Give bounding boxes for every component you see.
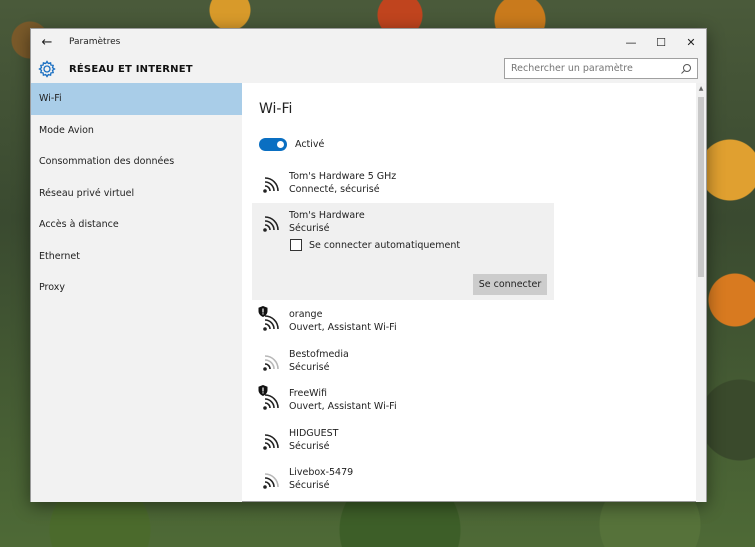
network-item[interactable]: Bestofmedia Sécurisé	[259, 348, 553, 378]
network-name: Bestofmedia	[289, 349, 349, 360]
search-box[interactable]	[504, 58, 698, 79]
back-button[interactable]: ←	[31, 29, 63, 55]
window-title: Paramètres	[69, 37, 121, 47]
network-text: FreeWifi Ouvert, Assistant Wi-Fi	[289, 387, 397, 417]
auto-connect-row: Se connecter automatiquement	[290, 239, 460, 251]
sidebar-item-wifi[interactable]: Wi-Fi	[31, 83, 242, 115]
network-text: orange Ouvert, Assistant Wi-Fi	[289, 308, 397, 338]
settings-window: ← Paramètres — ☐ ✕ RÉSEAU ET INTERNET Wi…	[30, 28, 707, 502]
network-text: HIDGUEST Sécurisé	[289, 427, 338, 457]
auto-connect-checkbox[interactable]	[290, 239, 302, 251]
network-name: Livebox-5479	[289, 467, 354, 478]
title-bar: ← Paramètres — ☐ ✕	[31, 29, 706, 55]
connect-button[interactable]: Se connecter	[473, 274, 547, 295]
minimize-button[interactable]: —	[616, 29, 646, 55]
scrollbar[interactable]: ▲	[696, 83, 706, 502]
wifi-signal-icon	[258, 385, 285, 417]
sidebar-item-vpn[interactable]: Réseau privé virtuel	[31, 178, 242, 210]
gear-icon	[38, 60, 56, 78]
main-content: Wi-Fi Activé Se connecter automatiquemen…	[242, 83, 706, 502]
network-status: Sécurisé	[289, 223, 330, 234]
wifi-signal-icon	[259, 209, 285, 239]
network-status: Ouvert, Assistant Wi-Fi	[289, 322, 397, 333]
shield-warning-icon	[258, 306, 268, 317]
sidebar-item-airplane-mode[interactable]: Mode Avion	[31, 115, 242, 147]
network-item[interactable]: Tom's Hardware Sécurisé	[259, 209, 553, 239]
wifi-signal-icon	[259, 466, 285, 496]
network-text: Livebox-5479 Sécurisé	[289, 466, 353, 496]
network-status: Ouvert, Assistant Wi-Fi	[289, 401, 397, 412]
wifi-toggle-row: Activé	[259, 138, 324, 151]
network-item[interactable]: HIDGUEST Sécurisé	[259, 427, 553, 457]
network-name: HIDGUEST	[289, 428, 339, 439]
network-item[interactable]: FreeWifi Ouvert, Assistant Wi-Fi	[258, 385, 553, 417]
network-status: Sécurisé	[289, 362, 330, 373]
sidebar-item-dial-up[interactable]: Accès à distance	[31, 209, 242, 241]
network-name: orange	[289, 309, 323, 320]
auto-connect-label: Se connecter automatiquement	[309, 239, 461, 251]
sidebar-item-data-usage[interactable]: Consommation des données	[31, 146, 242, 178]
network-text: Tom's Hardware Sécurisé	[289, 209, 365, 239]
network-status: Sécurisé	[289, 480, 330, 491]
wifi-signal-icon	[259, 427, 285, 457]
wifi-signal-icon	[258, 306, 285, 338]
close-button[interactable]: ✕	[676, 29, 706, 55]
network-status: Sécurisé	[289, 441, 330, 452]
search-input[interactable]	[505, 63, 677, 74]
network-item[interactable]: orange Ouvert, Assistant Wi-Fi	[258, 306, 553, 338]
wifi-toggle-label: Activé	[295, 139, 325, 150]
wifi-toggle[interactable]	[259, 138, 287, 151]
section-title: RÉSEAU ET INTERNET	[69, 63, 193, 75]
network-name: FreeWifi	[289, 388, 327, 399]
window-controls: — ☐ ✕	[616, 29, 706, 55]
network-name: Tom's Hardware 5 GHz	[289, 171, 397, 182]
sidebar-item-proxy[interactable]: Proxy	[31, 272, 242, 304]
network-status: Connecté, sécurisé	[289, 184, 380, 195]
network-item[interactable]: Livebox-5479 Sécurisé	[259, 466, 553, 496]
shield-warning-icon	[258, 385, 268, 396]
wifi-signal-icon	[259, 348, 285, 378]
sidebar-item-ethernet[interactable]: Ethernet	[31, 241, 242, 273]
network-text: Tom's Hardware 5 GHz Connecté, sécurisé	[289, 170, 396, 200]
maximize-button[interactable]: ☐	[646, 29, 676, 55]
page-title: Wi-Fi	[259, 101, 293, 117]
search-icon[interactable]	[679, 62, 693, 76]
wifi-signal-icon	[259, 170, 285, 200]
scroll-up-icon[interactable]: ▲	[696, 83, 706, 93]
sidebar: Wi-Fi Mode Avion Consommation des donnée…	[31, 83, 242, 502]
page-header: RÉSEAU ET INTERNET	[31, 55, 706, 83]
scroll-thumb[interactable]	[698, 97, 704, 277]
network-text: Bestofmedia Sécurisé	[289, 348, 349, 378]
network-name: Tom's Hardware	[289, 210, 365, 221]
network-item[interactable]: Tom's Hardware 5 GHz Connecté, sécurisé	[259, 170, 553, 200]
